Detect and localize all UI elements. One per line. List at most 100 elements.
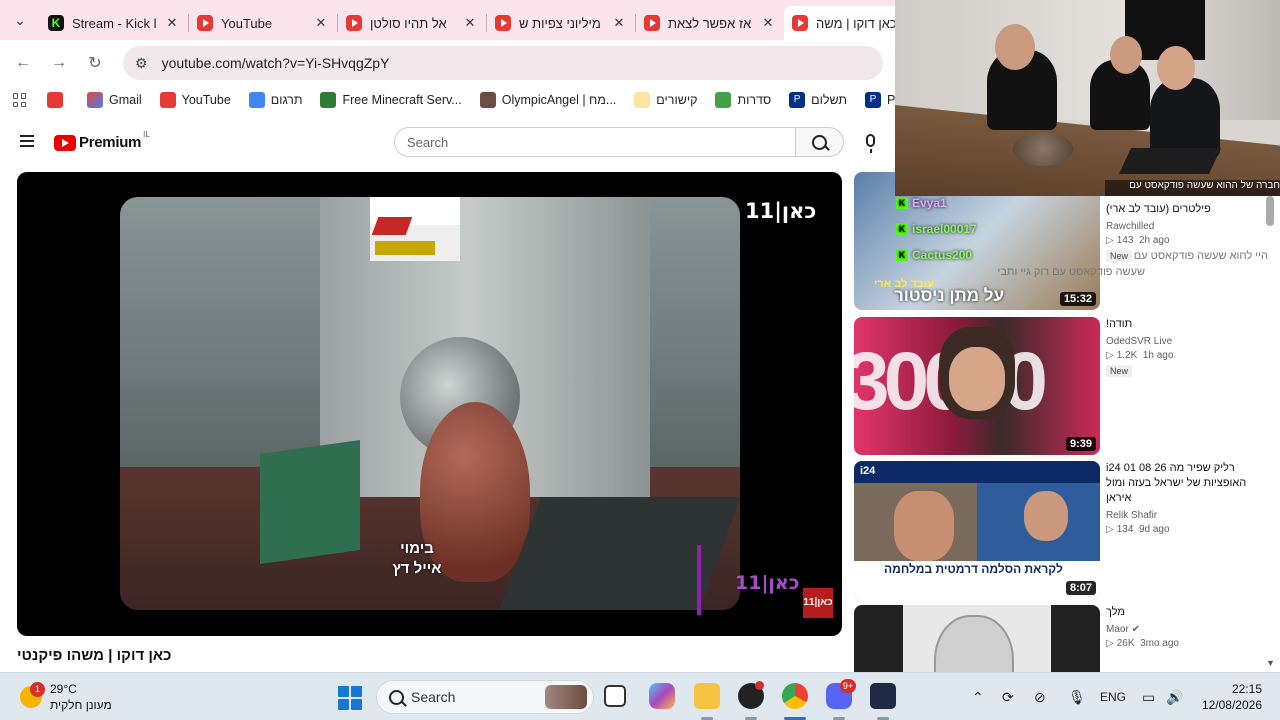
network-icon[interactable]: ▭ [1142,689,1155,706]
channel-name[interactable]: Relik Shafir [1106,510,1271,521]
weather-text: 29°C מעונן חלקית [50,681,112,713]
location-off-icon[interactable]: ⊘ [1034,689,1046,706]
weather-alert-badge: 1 [30,682,45,697]
tab-video-4[interactable]: מיליוני צפיות ש ✕ [487,6,635,40]
menu-icon[interactable] [20,135,34,147]
webcam-overlay: חברה של ההוא שעשה פודקאסט עם [895,0,1280,196]
video-stats: ▷ 1.2K 1h ago [1106,350,1271,361]
recommendation-title[interactable]: i24 01 08 26 רליק שפיר מה האופציות של יש… [1106,461,1271,506]
bookmark-payment[interactable]: P תשלום [789,92,847,108]
copilot-icon[interactable] [649,683,675,709]
webcam-wall [895,0,1280,120]
tab-kick-stream[interactable]: K Stream - Kick l ✕ [40,6,188,40]
tab-video-3[interactable]: אל תהיו סולטן ✕ [338,6,486,40]
teamviewer-icon[interactable] [870,683,896,709]
view-count: 134 [1116,524,1134,535]
taskbar-search[interactable]: Search [376,680,594,714]
recommendation-item[interactable]: 30000 9:39 תודה! OdedSVR Live ▷1.2K 1h a… [854,317,1280,455]
video-player[interactable]: כאן|11 בימוי אייל דץ כאן|11 כאן|11 [17,172,842,636]
chrome-icon[interactable] [782,683,808,709]
address-bar[interactable]: ⚙ youtube.com/watch?v=Yi-SHvqgZpY [123,46,883,80]
bookmark-youtube[interactable]: YouTube [159,92,231,108]
tab-title: Stream - Kick l [72,15,157,31]
country-code: IL [143,130,150,139]
youtube-icon [644,15,660,31]
bookmark-minecraft[interactable]: Free Minecraft Serv... [320,92,462,108]
microphone-icon[interactable] [866,134,875,153]
close-tab-icon[interactable]: ✕ [164,15,180,31]
webcam-person-head [1110,36,1142,74]
bookmark-olympicangel[interactable]: OlympicAngel | מח... [479,92,617,108]
close-tab-icon[interactable]: ✕ [611,15,627,31]
channel-name[interactable]: OdedSVR Live [1106,336,1271,347]
bookmark-translate[interactable]: תרגום [248,92,302,108]
paypal-icon: P [789,92,806,108]
channel-row: Maor ✔ [1106,624,1271,635]
system-clock[interactable]: 22:15 12/08/2026 [1200,681,1262,713]
recommendation-title[interactable]: פילטרים (עובד לב ארי) [1106,202,1271,217]
recommendation-item[interactable]: i24 לקראת הסלמה דרמטית במלחמה 8:07 i24 0… [854,461,1280,599]
thumbnail-face [949,347,1005,411]
tv-icon [715,92,732,108]
gmail-icon [87,92,103,108]
weather-widget[interactable]: 1 29°C מעונן חלקית [20,681,112,713]
video-title: כאן דוקו | משהו פיקנטי [17,647,172,664]
youtube-logo[interactable]: Premium IL [54,130,150,151]
task-view-icon[interactable] [604,685,626,707]
video-thumbnail[interactable]: 30000 9:39 [854,317,1100,455]
stream-overlay-text: שעשה פודקאסט עם רוק גיי ותבי [997,266,1145,278]
video-duration: 8:07 [1065,581,1096,595]
bookmark-links[interactable]: קישורים [634,92,697,108]
scroll-down-arrow-icon[interactable]: ▼ [1266,658,1275,668]
close-tab-icon[interactable]: ✕ [313,15,329,31]
channel-watermark[interactable]: כאן|11 [803,588,833,618]
channel-name[interactable]: Rawchilled [1106,221,1271,232]
bookmark-label: OlympicAngel | מח... [501,93,617,107]
tab-video-5[interactable]: אז אפשר לצאת ✕ [636,6,784,40]
logo-text: Premium [79,134,142,151]
youtube-play-icon [54,134,76,151]
apps-grid-icon[interactable] [13,93,27,107]
thumbnail-caption: על מתן ניסטור [894,286,1004,305]
video-duration: 9:39 [1065,437,1096,451]
credit-accent-bar [697,545,701,615]
bookmark-youtube-icon-only[interactable] [47,92,69,108]
recommendation-title[interactable]: תודה! [1106,317,1271,332]
channel-name[interactable]: Maor [1106,624,1129,635]
play-icon: ▷ [1106,350,1114,361]
screen: ⌄ K Stream - Kick l ✕ YouTube ✕ אל תהיו … [0,0,1280,720]
video-thumbnail[interactable] [854,605,1100,672]
sync-icon[interactable]: ⟳ [1002,689,1014,706]
close-tab-icon[interactable]: ✕ [760,15,776,31]
tray-overflow-icon[interactable]: ⌃ [972,689,984,706]
file-explorer-icon[interactable] [694,683,720,709]
close-tab-icon[interactable]: ✕ [462,15,478,31]
volume-icon[interactable]: 🔊 [1166,689,1183,706]
credit-name: אייל דץ [392,560,442,577]
reload-icon[interactable]: ↻ [77,53,113,73]
youtube-icon [346,15,362,31]
recommendation-item[interactable]: מלך Maor ✔ ▷ 26K 3mo ago [854,605,1280,672]
recommendation-title[interactable]: מלך [1106,605,1271,620]
site-settings-icon[interactable]: ⚙ [135,55,148,72]
discord-badge: 9+ [840,679,856,693]
video-thumbnail[interactable]: i24 לקראת הסלמה דרמטית במלחמה 8:07 [854,461,1100,599]
verified-icon: ✔ [1131,624,1140,635]
language-indicator[interactable]: ENG [1100,690,1126,704]
search-button[interactable] [796,127,844,157]
windows-start-icon[interactable] [338,686,362,710]
taskbar-search-label: Search [411,689,456,705]
bookmark-gmail[interactable]: Gmail [87,92,142,108]
forward-arrow-icon[interactable]: → [41,54,77,72]
tab-search-menu-button[interactable]: ⌄ [0,0,40,40]
kick-icon: K [896,197,908,209]
search-input[interactable]: Search [394,127,796,157]
back-arrow-icon[interactable]: ← [5,54,41,72]
search-highlight-icon [545,685,587,709]
kick-icon: K [896,223,908,235]
scrollbar-thumb[interactable] [1266,196,1274,226]
kick-icon: K [48,15,64,31]
microphone-tray-icon[interactable]: 🎙 [1068,689,1086,706]
tab-youtube[interactable]: YouTube ✕ [189,6,337,40]
bookmark-series[interactable]: סדרות [715,92,771,108]
